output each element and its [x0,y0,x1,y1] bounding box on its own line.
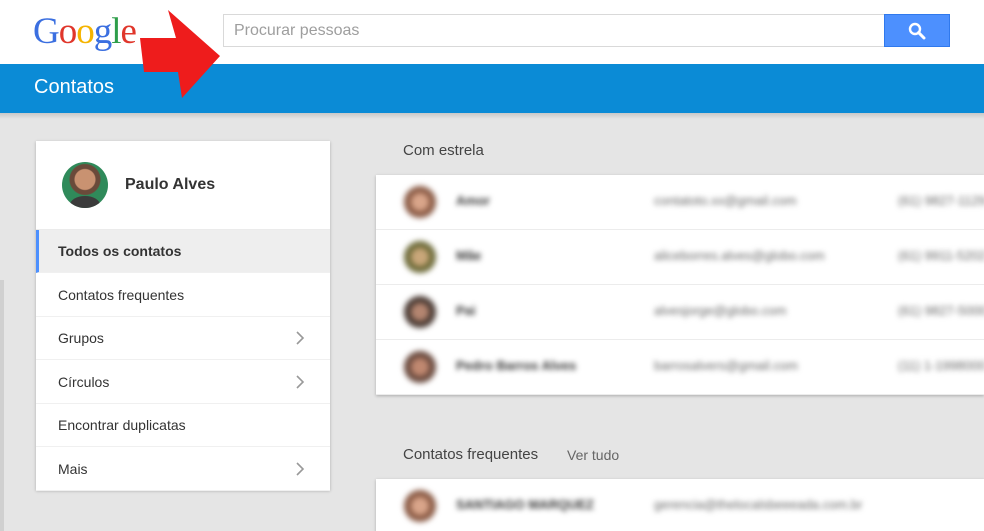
contact-row[interactable]: Pai alvesjorge@globo.com (61) 9827-5000 [376,285,984,340]
app-title[interactable]: Contatos [34,76,114,99]
profile-header[interactable]: Paulo Alves [36,141,330,230]
google-logo[interactable]: Google [33,10,137,54]
sidebar-item-grupos[interactable]: Grupos [36,317,330,361]
chevron-right-icon [296,375,305,389]
contact-avatar [404,186,436,218]
logo-letter: l [111,11,121,52]
frequent-section-title: Contatos frequentes [403,446,539,463]
contact-email: contatoto.xx@gmail.com [654,193,797,208]
starred-section-title: Com estrela [403,142,484,159]
search-icon [908,22,926,39]
contact-phone: (11) 1-1998000 [898,358,984,373]
contact-row[interactable]: Amor contatoto.xx@gmail.com (61) 9827-1129 [376,175,984,230]
chevron-right-icon [296,331,305,345]
contact-phone: (61) 9827-1129 [898,193,984,208]
search-box[interactable] [223,14,885,47]
sidebar-item-todos-os-contatos[interactable]: Todos os contatos [36,230,330,273]
sidebar-item-circulos[interactable]: Círculos [36,361,330,404]
logo-letter: e [120,11,137,52]
contact-name: Amor [456,193,490,208]
profile-name: Paulo Alves [125,176,216,193]
sidebar-item-mais[interactable]: Mais [36,448,330,491]
contact-name: Pedro Barros Alves [456,358,577,373]
sidebar-item-label: Contatos frequentes [58,286,185,303]
contact-row[interactable]: Pedro Barros Alves barrosalvers@gmail.com… [376,340,984,395]
contact-phone: (61) 9827-5000 [898,303,984,318]
left-edge-shadow [0,280,4,531]
contact-name: Pai [456,303,476,318]
logo-letter: o [58,11,77,52]
logo-letter: o [76,11,94,52]
contact-row[interactable]: Mãe aliceborres.alves@globo.com (61) 9911-… [376,230,984,285]
sidebar-item-label: Encontrar duplicatas [58,417,186,434]
sidebar-item-label: Círculos [58,373,110,390]
chevron-right-icon [296,462,305,476]
frequent-contacts-card: SANTIAGO MARQUEZ gerencia@thelocalsbeeead… [376,479,984,531]
logo-letter: g [93,11,112,52]
contact-avatar [404,351,436,383]
contact-email: barrosalvers@gmail.com [654,358,798,373]
contact-avatar [404,296,436,328]
app-bar-shadow [0,113,984,119]
contact-email: alvesjorge@globo.com [654,303,787,318]
contact-name: Mãe [456,248,482,263]
search-button[interactable] [884,14,950,47]
sidebar-item-contatos-frequentes[interactable]: Contatos frequentes [36,274,330,317]
avatar[interactable] [62,162,108,208]
search-input[interactable] [224,15,884,46]
contact-name: SANTIAGO MARQUEZ [456,497,594,512]
contact-row[interactable]: SANTIAGO MARQUEZ gerencia@thelocalsbeeead… [376,479,984,531]
contact-avatar [404,241,436,273]
red-arrow-annotation [140,10,220,98]
contact-avatar [404,490,436,522]
contact-phone: (61) 9911-5202 [898,248,984,263]
sidebar-item-label: Todos os contatos [58,243,182,259]
sidebar-card: Paulo Alves Todos os contatos Contatos fr… [36,141,330,491]
contact-email: gerencia@thelocalsbeeeada.com.br [654,497,863,512]
sidebar-item-encontrar-duplicatas[interactable]: Encontrar duplicatas [36,404,330,448]
starred-contacts-card: Amor contatoto.xx@gmail.com (61) 9827-1129… [376,175,984,395]
contact-email: aliceborres.alves@globo.com [654,248,825,263]
sidebar-item-label: Mais [58,461,88,477]
sidebar-item-label: Grupos [58,330,104,347]
logo-letter: G [33,11,60,52]
see-all-link[interactable]: Ver tudo [567,447,619,463]
